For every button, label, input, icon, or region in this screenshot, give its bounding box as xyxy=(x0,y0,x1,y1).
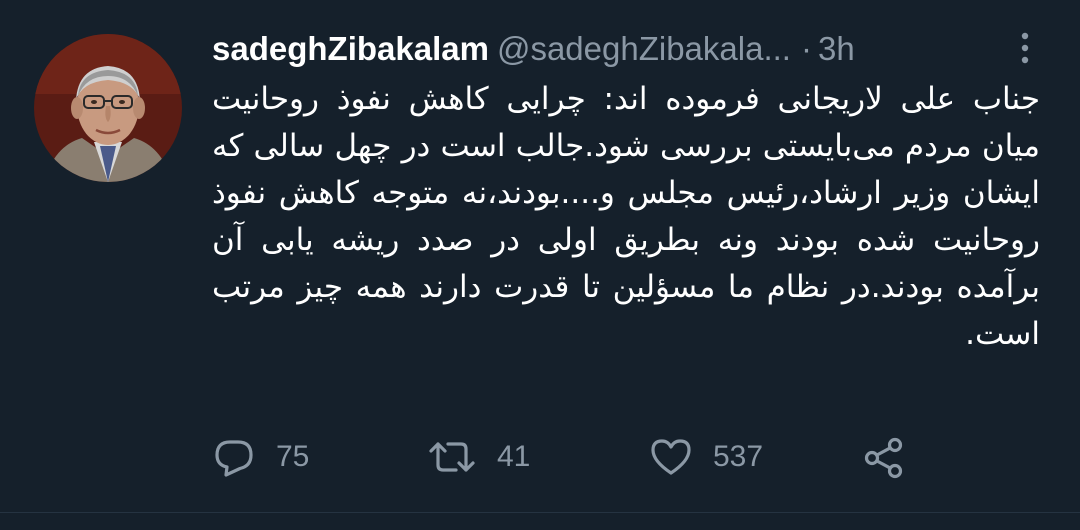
retweet-icon xyxy=(427,435,477,479)
avatar[interactable] xyxy=(34,34,182,182)
heart-icon xyxy=(649,435,693,479)
avatar-photo xyxy=(34,34,182,182)
like-button[interactable]: 537 xyxy=(649,430,763,484)
share-button[interactable] xyxy=(862,430,906,484)
retweet-count: 41 xyxy=(497,440,531,473)
more-options-glyph xyxy=(1021,32,1029,64)
like-count: 537 xyxy=(713,440,764,473)
timestamp[interactable]: 3h xyxy=(818,30,855,67)
tweet-actions: 75 41 537 xyxy=(212,430,972,484)
more-options-icon[interactable] xyxy=(1013,28,1037,68)
tweet-card: sadeghZibakalam @sadeghZibakala... · 3h جنا… xyxy=(0,0,1080,530)
separator-dot: · xyxy=(800,30,812,67)
reply-icon xyxy=(212,435,256,479)
retweet-button[interactable]: 41 xyxy=(427,430,530,484)
user-handle[interactable]: @sadeghZibakala... xyxy=(497,30,791,67)
reply-button[interactable]: 75 xyxy=(212,430,309,484)
share-icon xyxy=(862,435,906,479)
tweet-text: جناب علی لاریجانی فرموده اند: چرایی کاهش… xyxy=(212,81,1040,352)
reply-count: 75 xyxy=(276,440,310,473)
divider xyxy=(0,512,1080,513)
display-name[interactable]: sadeghZibakalam xyxy=(212,30,489,67)
tweet-header: sadeghZibakalam @sadeghZibakala... · 3h xyxy=(212,26,1052,72)
